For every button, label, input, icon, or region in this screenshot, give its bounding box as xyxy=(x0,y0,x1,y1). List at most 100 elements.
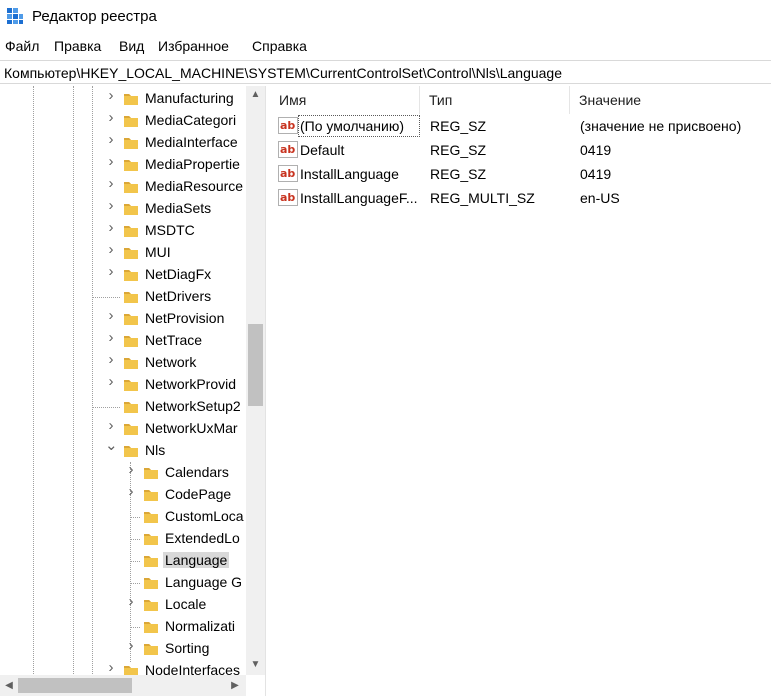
tree-item[interactable]: ⌄ Nls xyxy=(0,438,246,462)
chevron-right-icon[interactable]: › xyxy=(105,308,117,323)
tree-item[interactable]: Language G xyxy=(0,572,246,594)
tree-item[interactable]: › NetworkProvid xyxy=(0,374,246,396)
menu-favorites[interactable]: Избранное xyxy=(158,38,229,54)
tree-item[interactable]: › Locale xyxy=(0,594,246,616)
value-data: (значение не присвоено) xyxy=(580,118,742,134)
tree-item[interactable]: › Calendars xyxy=(0,462,246,484)
address-bar[interactable]: Компьютер\HKEY_LOCAL_MACHINE\SYSTEM\Curr… xyxy=(0,60,771,84)
tree-item[interactable]: › MediaSets xyxy=(0,198,246,220)
tree-item-label: NetDrivers xyxy=(145,288,212,304)
table-row[interactable]: ab InstallLanguage REG_SZ 0419 xyxy=(270,162,771,186)
values-list[interactable]: Имя Тип Значение ab (По умолчанию) REG_SZ(… xyxy=(270,86,771,696)
chevron-right-icon[interactable]: › xyxy=(105,264,117,279)
tree-item-label: Locale xyxy=(165,596,207,612)
scroll-thumb-horizontal[interactable] xyxy=(18,678,132,693)
chevron-right-icon[interactable]: › xyxy=(105,660,117,675)
tree-item[interactable]: NetworkSetup2 xyxy=(0,396,246,418)
tree-item[interactable]: › NetProvision xyxy=(0,308,246,330)
chevron-right-icon[interactable]: › xyxy=(105,88,117,103)
folder-icon xyxy=(124,116,138,127)
tree-horizontal-scrollbar[interactable]: ◀ ▶ xyxy=(0,675,246,696)
address-path[interactable]: Компьютер\HKEY_LOCAL_MACHINE\SYSTEM\Curr… xyxy=(4,65,562,81)
folder-icon xyxy=(124,314,138,325)
chevron-right-icon[interactable]: › xyxy=(105,220,117,235)
menu-edit[interactable]: Правка xyxy=(54,38,101,54)
scroll-right-arrow-icon[interactable]: ▶ xyxy=(226,675,244,696)
tree-item[interactable]: › MUI xyxy=(0,242,246,264)
column-header-type[interactable]: Тип xyxy=(420,86,570,114)
folder-icon xyxy=(124,270,138,281)
key-tree[interactable]: › Manufacturing › MediaCategori › MediaInterf… xyxy=(0,86,266,696)
svg-text:ab: ab xyxy=(280,191,295,204)
folder-icon xyxy=(144,600,158,611)
tree-item[interactable]: NetDrivers xyxy=(0,286,246,308)
window-title: Редактор реестра xyxy=(32,8,157,25)
scroll-thumb[interactable] xyxy=(248,324,263,406)
chevron-right-icon[interactable]: › xyxy=(105,198,117,213)
table-row[interactable]: ab (По умолчанию) REG_SZ (значение не присв… xyxy=(270,114,771,138)
chevron-right-icon[interactable]: › xyxy=(125,462,137,477)
chevron-right-icon[interactable]: › xyxy=(125,594,137,609)
menu-help[interactable]: Справка xyxy=(252,38,307,54)
column-header-label: Значение xyxy=(579,92,642,108)
tree-connector xyxy=(130,627,140,628)
chevron-right-icon[interactable]: › xyxy=(105,374,117,389)
tree-vertical-scrollbar[interactable]: ▲ ▼ xyxy=(246,86,265,675)
tree-item[interactable]: Normalizati xyxy=(0,616,246,638)
value-name: Default xyxy=(300,142,345,158)
table-row[interactable]: ab Default REG_SZ 0419 xyxy=(270,138,771,162)
tree-item[interactable]: › Sorting xyxy=(0,638,246,660)
chevron-right-icon[interactable]: › xyxy=(105,110,117,125)
chevron-right-icon[interactable]: › xyxy=(105,418,117,433)
tree-item[interactable]: Language xyxy=(0,550,246,572)
value-data: en-US xyxy=(580,190,620,206)
scroll-down-arrow-icon[interactable]: ▼ xyxy=(246,656,265,673)
tree-item-label: MSDTC xyxy=(145,222,195,238)
chevron-right-icon[interactable]: › xyxy=(125,484,137,499)
tree-item-label: CustomLoca xyxy=(165,508,244,524)
chevron-right-icon[interactable]: › xyxy=(105,352,117,367)
menu-view[interactable]: Вид xyxy=(119,38,144,54)
value-name: InstallLanguageF... xyxy=(300,190,418,206)
chevron-right-icon[interactable]: › xyxy=(105,242,117,257)
folder-icon xyxy=(124,358,138,369)
tree-item[interactable]: CustomLoca xyxy=(0,506,246,528)
scroll-left-arrow-icon[interactable]: ◀ xyxy=(0,675,18,696)
column-header-value[interactable]: Значение xyxy=(570,86,771,114)
tree-item[interactable]: › MediaInterface xyxy=(0,132,246,154)
folder-icon xyxy=(124,138,138,149)
tree-item[interactable]: › Network xyxy=(0,352,246,374)
chevron-right-icon[interactable]: › xyxy=(105,176,117,191)
tree-item[interactable]: › MediaCategori xyxy=(0,110,246,132)
column-header-name[interactable]: Имя xyxy=(270,86,420,114)
folder-icon xyxy=(144,644,158,655)
chevron-right-icon[interactable]: › xyxy=(105,154,117,169)
chevron-right-icon[interactable]: › xyxy=(105,132,117,147)
tree-item[interactable]: › MediaPropertie xyxy=(0,154,246,176)
chevron-right-icon[interactable]: › xyxy=(125,638,137,653)
tree-connector xyxy=(130,517,140,518)
scroll-up-arrow-icon[interactable]: ▲ xyxy=(246,86,265,103)
tree-item[interactable]: › MediaResource xyxy=(0,176,246,198)
chevron-down-icon[interactable]: ⌄ xyxy=(105,438,118,453)
folder-icon xyxy=(124,94,138,105)
tree-item[interactable]: › NetworkUxMar xyxy=(0,418,246,440)
tree-item[interactable]: › CodePage xyxy=(0,484,246,506)
svg-text:ab: ab xyxy=(280,167,295,180)
table-row[interactable]: ab InstallLanguageF... REG_MULTI_SZ en-US xyxy=(270,186,771,210)
folder-icon xyxy=(144,578,158,589)
tree-item[interactable]: › MSDTC xyxy=(0,220,246,242)
tree-item[interactable]: › NetTrace xyxy=(0,330,246,352)
chevron-right-icon[interactable]: › xyxy=(105,330,117,345)
tree-item[interactable]: ExtendedLo xyxy=(0,528,246,550)
focus-outline xyxy=(298,115,420,137)
menu-bar: Файл Правка Вид Избранное Справка xyxy=(0,36,771,58)
folder-icon xyxy=(144,556,158,567)
tree-item[interactable]: › NetDiagFx xyxy=(0,264,246,286)
tree-item-label: MediaCategori xyxy=(145,112,237,128)
tree-connector xyxy=(130,583,140,584)
tree-connector xyxy=(92,297,120,298)
tree-item[interactable]: › Manufacturing xyxy=(0,88,246,110)
menu-file[interactable]: Файл xyxy=(5,38,39,54)
value-data: 0419 xyxy=(580,166,612,182)
